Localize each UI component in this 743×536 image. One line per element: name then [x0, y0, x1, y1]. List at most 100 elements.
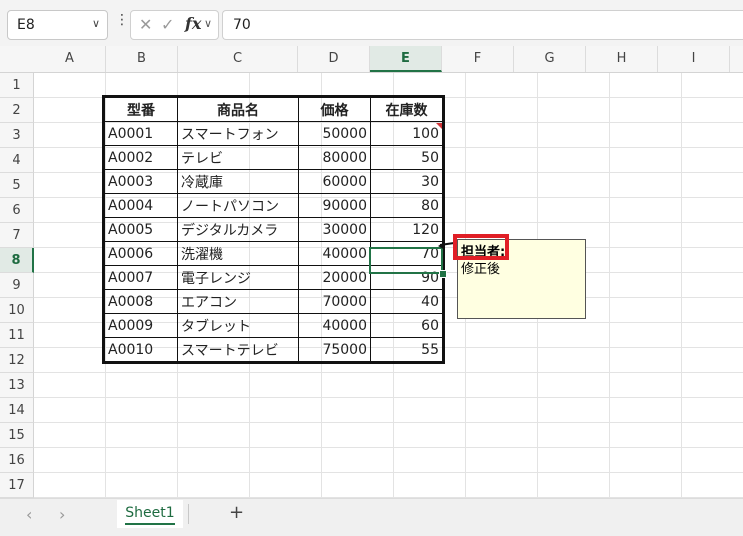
table-row: A0005 デジタルカメラ 30000 120: [104, 217, 443, 242]
chevron-right-icon[interactable]: ›: [59, 505, 65, 524]
table-cell[interactable]: 40: [370, 289, 443, 314]
row-header-8[interactable]: 8: [0, 248, 34, 273]
table-cell[interactable]: 冷蔵庫: [177, 169, 299, 194]
cancel-icon[interactable]: ✕: [139, 15, 152, 34]
comment-indicator-icon: [436, 123, 442, 129]
column-header-f[interactable]: F: [442, 46, 514, 72]
table-cell[interactable]: 60000: [298, 169, 371, 194]
sheet-tab-sheet1[interactable]: Sheet1: [117, 500, 183, 528]
chevron-down-icon[interactable]: ∨: [204, 17, 212, 30]
fill-handle[interactable]: [439, 270, 447, 278]
row-header-12[interactable]: 12: [0, 348, 34, 373]
row-header-1[interactable]: 1: [0, 73, 34, 98]
name-box-value: E8: [17, 17, 35, 33]
table-cell[interactable]: テレビ: [177, 145, 299, 170]
column-header-i[interactable]: I: [658, 46, 730, 72]
table-cell[interactable]: A0007: [104, 265, 178, 290]
table-cell[interactable]: 75000: [298, 337, 371, 362]
row-header-16[interactable]: 16: [0, 448, 34, 473]
product-table: 型番 商品名 価格 在庫数 A0001 スマートフォン 50000 100 A0002 テレビ 80…: [102, 95, 445, 364]
row-header-6[interactable]: 6: [0, 198, 34, 223]
row-header-7[interactable]: 7: [0, 223, 34, 248]
sheet-tab-label: Sheet1: [125, 505, 175, 521]
table-row: A0008 エアコン 70000 40: [104, 289, 443, 314]
table-cell[interactable]: 50000: [298, 121, 371, 146]
table-header-cell[interactable]: 商品名: [177, 97, 299, 122]
formula-controls: ✕ ✓ fx ∨: [130, 10, 219, 40]
table-cell[interactable]: 30: [370, 169, 443, 194]
table-cell[interactable]: 120: [370, 217, 443, 242]
table-row: A0009 タブレット 40000 60: [104, 313, 443, 338]
table-row: A0010 スマートテレビ 75000 55: [104, 337, 443, 362]
table-cell[interactable]: A0004: [104, 193, 178, 218]
table-cell[interactable]: 80: [370, 193, 443, 218]
column-header-b[interactable]: B: [106, 46, 178, 72]
table-cell[interactable]: 90000: [298, 193, 371, 218]
table-cell[interactable]: スマートフォン: [177, 121, 299, 146]
table-header-cell[interactable]: 在庫数: [370, 97, 443, 122]
insert-function-icon[interactable]: fx: [185, 14, 201, 33]
table-cell[interactable]: 70000: [298, 289, 371, 314]
row-header-10[interactable]: 10: [0, 298, 34, 323]
chevron-left-icon[interactable]: ‹: [26, 505, 32, 524]
column-header-g[interactable]: G: [514, 46, 586, 72]
table-cell[interactable]: A0010: [104, 337, 178, 362]
column-header-d[interactable]: D: [298, 46, 370, 72]
table-cell[interactable]: A0005: [104, 217, 178, 242]
column-header-c[interactable]: C: [178, 46, 298, 72]
table-cell[interactable]: エアコン: [177, 289, 299, 314]
row-header-4[interactable]: 4: [0, 148, 34, 173]
formula-input[interactable]: 70: [222, 10, 743, 40]
table-cell[interactable]: A0002: [104, 145, 178, 170]
table-cell[interactable]: 60: [370, 313, 443, 338]
name-box[interactable]: E8 ∨: [7, 10, 108, 40]
table-row: A0004 ノートパソコン 90000 80: [104, 193, 443, 218]
formula-value: 70: [233, 17, 251, 33]
more-vertical-icon[interactable]: ⋮: [115, 12, 129, 28]
check-icon[interactable]: ✓: [161, 15, 174, 34]
table-cell[interactable]: 電子レンジ: [177, 265, 299, 290]
table-row: A0001 スマートフォン 50000 100: [104, 121, 443, 146]
row-header-5[interactable]: 5: [0, 173, 34, 198]
table-cell[interactable]: A0008: [104, 289, 178, 314]
row-header-11[interactable]: 11: [0, 323, 34, 348]
table-cell[interactable]: A0006: [104, 241, 178, 266]
table-cell[interactable]: 40000: [298, 241, 371, 266]
table-cell[interactable]: デジタルカメラ: [177, 217, 299, 242]
highlight-box: [453, 234, 509, 260]
table-row: A0002 テレビ 80000 50: [104, 145, 443, 170]
arrow-icon: [438, 242, 445, 250]
select-all-corner[interactable]: [0, 46, 34, 72]
table-cell[interactable]: 30000: [298, 217, 371, 242]
table-cell[interactable]: 55: [370, 337, 443, 362]
table-cell[interactable]: 50: [370, 145, 443, 170]
table-cell[interactable]: 20000: [298, 265, 371, 290]
table-cell[interactable]: A0003: [104, 169, 178, 194]
row-header-15[interactable]: 15: [0, 423, 34, 448]
table-cell[interactable]: スマートテレビ: [177, 337, 299, 362]
row-header-14[interactable]: 14: [0, 398, 34, 423]
table-cell[interactable]: 80000: [298, 145, 371, 170]
column-header-a[interactable]: A: [34, 46, 106, 72]
row-header-17[interactable]: 17: [0, 473, 34, 498]
column-header-h[interactable]: H: [586, 46, 658, 72]
table-cell[interactable]: ノートパソコン: [177, 193, 299, 218]
column-header-e[interactable]: E: [370, 46, 442, 72]
table-cell[interactable]: 40000: [298, 313, 371, 338]
table-cell[interactable]: A0001: [104, 121, 178, 146]
table-cell[interactable]: A0009: [104, 313, 178, 338]
table-cell[interactable]: 洗濯機: [177, 241, 299, 266]
row-header-13[interactable]: 13: [0, 373, 34, 398]
row-header-2[interactable]: 2: [0, 98, 34, 123]
table-cell[interactable]: 100: [370, 121, 443, 146]
add-sheet-button[interactable]: +: [229, 502, 244, 523]
row-header-9[interactable]: 9: [0, 273, 34, 298]
active-tab-underline: [125, 523, 175, 525]
table-cell[interactable]: タブレット: [177, 313, 299, 338]
selected-cell-e8[interactable]: [369, 247, 443, 274]
table-row: A0003 冷蔵庫 60000 30: [104, 169, 443, 194]
table-header-cell[interactable]: 価格: [298, 97, 371, 122]
chevron-down-icon[interactable]: ∨: [92, 17, 100, 30]
row-header-3[interactable]: 3: [0, 123, 34, 148]
table-header-cell[interactable]: 型番: [104, 97, 178, 122]
